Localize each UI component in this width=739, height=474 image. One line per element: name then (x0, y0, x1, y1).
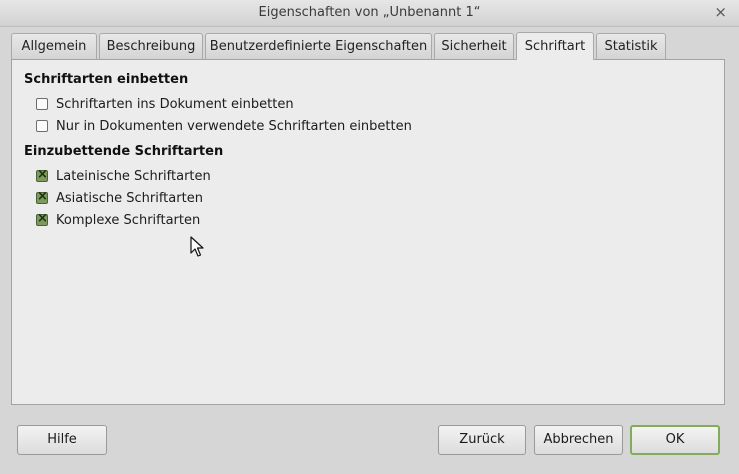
embed-only-used-fonts-option[interactable]: Nur in Dokumenten verwendete Schriftarte… (36, 117, 412, 135)
font-scripts-heading: Einzubettende Schriftarten (24, 144, 224, 159)
complex-fonts-option[interactable]: Komplexe Schriftarten (36, 211, 200, 229)
window-title: Eigenschaften von „Unbenannt 1“ (258, 5, 481, 20)
tab-benutzerdefinierte-eigenschaften[interactable]: Benutzerdefinierte Eigenschaften (205, 33, 432, 59)
mouse-pointer-icon (190, 236, 204, 257)
asian-fonts-option[interactable]: Asiatische Schriftarten (36, 189, 203, 207)
checkbox-label: Asiatische Schriftarten (56, 190, 203, 206)
tab-beschreibung[interactable]: Beschreibung (99, 33, 203, 59)
title-bar: Eigenschaften von „Unbenannt 1“ × (0, 0, 739, 27)
cancel-button[interactable]: Abbrechen (534, 425, 623, 455)
checkbox-label: Schriftarten ins Dokument einbetten (56, 96, 294, 112)
embed-fonts-heading: Schriftarten einbetten (24, 72, 189, 87)
tab-schriftart[interactable]: Schriftart (516, 32, 594, 60)
checkbox-label: Nur in Dokumenten verwendete Schriftarte… (56, 118, 412, 134)
tab-sicherheit[interactable]: Sicherheit (434, 33, 514, 59)
embed-only-used-fonts-checkbox[interactable] (36, 120, 48, 132)
latin-fonts-option[interactable]: Lateinische Schriftarten (36, 167, 211, 185)
help-button[interactable]: Hilfe (17, 425, 107, 455)
embed-fonts-in-document-option[interactable]: Schriftarten ins Dokument einbetten (36, 95, 294, 113)
latin-fonts-checkbox[interactable] (36, 167, 48, 182)
asian-fonts-checkbox[interactable] (36, 189, 48, 204)
complex-fonts-checkbox[interactable] (36, 211, 48, 226)
embed-fonts-in-document-checkbox[interactable] (36, 98, 48, 110)
tab-allgemein[interactable]: Allgemein (11, 33, 97, 59)
tab-statistik[interactable]: Statistik (596, 33, 666, 59)
checkbox-label: Lateinische Schriftarten (56, 168, 211, 184)
close-icon[interactable]: × (714, 3, 727, 21)
reset-button[interactable]: Zurück (438, 425, 526, 455)
checkbox-label: Komplexe Schriftarten (56, 212, 201, 228)
tab-panel-schriftart: Schriftarten einbetten Schriftarten ins … (11, 59, 725, 405)
ok-button[interactable]: OK (630, 425, 720, 455)
